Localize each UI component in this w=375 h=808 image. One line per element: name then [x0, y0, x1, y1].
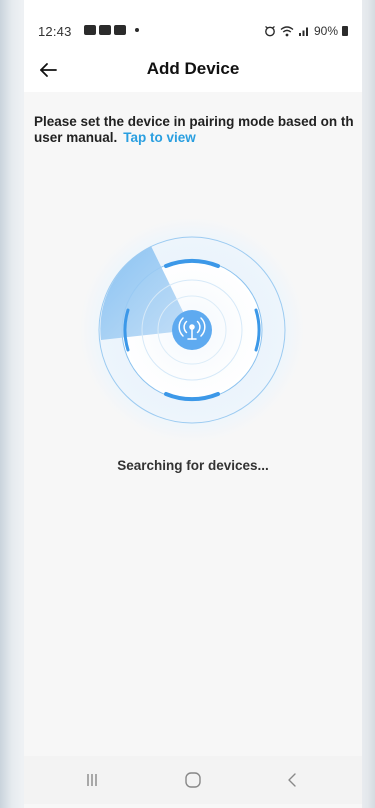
nav-back-button[interactable]	[262, 764, 322, 796]
wifi-icon	[280, 26, 294, 37]
youtube-icon	[99, 25, 111, 35]
signal-icon	[298, 27, 308, 36]
system-icons: 90%	[264, 24, 348, 38]
alarm-icon	[265, 26, 275, 37]
pairing-instructions: Please set the device in pairing mode ba…	[34, 114, 362, 146]
search-radar	[80, 218, 304, 442]
app-bar: Add Device	[24, 48, 362, 92]
phone-screen: 12:43 90% Add Device Please set the devi…	[24, 0, 362, 808]
instructions-text-2: user manual.	[34, 130, 118, 145]
system-nav-bar	[24, 756, 362, 804]
status-time: 12:43	[38, 24, 72, 39]
battery-icon	[342, 26, 348, 36]
notification-icons	[84, 25, 139, 35]
tap-to-view-link[interactable]: Tap to view	[123, 130, 196, 145]
recent-apps-button[interactable]	[62, 764, 122, 796]
instructions-line-2: user manual. Tap to view	[34, 130, 362, 146]
battery-percent: 90%	[313, 24, 338, 38]
chevron-left-icon	[288, 773, 296, 787]
dot-icon	[135, 28, 139, 32]
instructions-line-1: Please set the device in pairing mode ba…	[34, 114, 354, 129]
recent-apps-icon	[87, 774, 97, 786]
device-frame: 12:43 90% Add Device Please set the devi…	[0, 0, 375, 808]
gallery-icon	[84, 25, 96, 35]
status-bar: 12:43 90%	[24, 0, 362, 48]
app-icon	[114, 25, 126, 35]
page-title: Add Device	[146, 59, 240, 78]
searching-status: Searching for devices...	[117, 458, 269, 473]
home-button[interactable]	[163, 764, 223, 796]
home-icon	[185, 772, 201, 788]
